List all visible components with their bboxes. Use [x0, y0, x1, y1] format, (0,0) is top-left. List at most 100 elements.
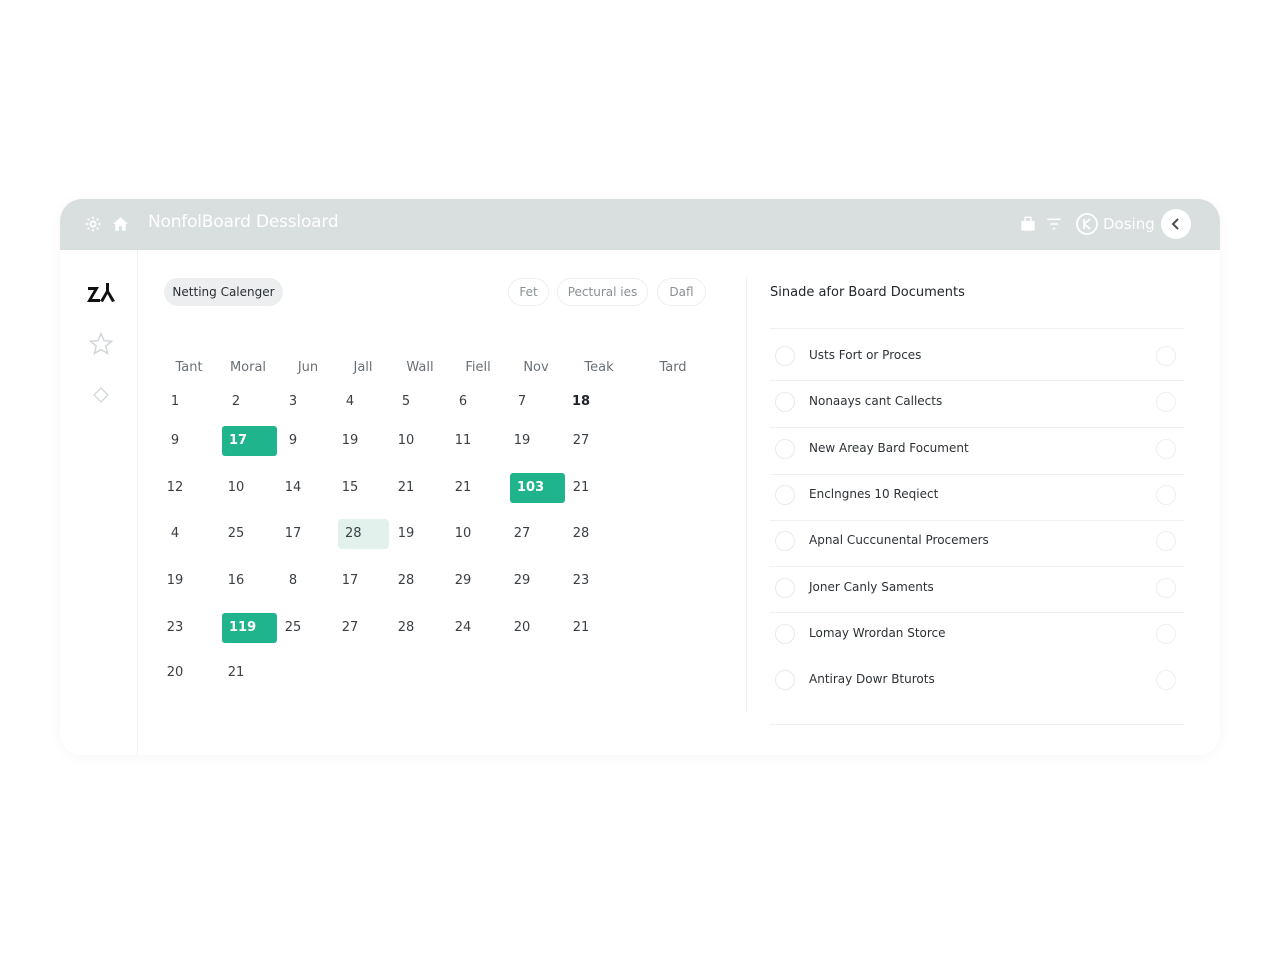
calendar-day[interactable]: 23 [167, 613, 184, 643]
briefcase-icon[interactable] [1017, 213, 1039, 235]
document-select-radio[interactable] [775, 531, 795, 551]
document-status-circle[interactable] [1156, 624, 1176, 644]
star-icon[interactable] [84, 327, 118, 361]
calendar-day[interactable]: 12 [167, 473, 184, 503]
calendar-day[interactable]: 28 [398, 613, 415, 643]
calendar-day[interactable]: 17 [285, 519, 302, 549]
profile-icon[interactable] [1074, 211, 1100, 237]
user-label[interactable]: Dosing [1103, 215, 1155, 233]
calendar-day[interactable]: 11 [455, 426, 472, 456]
document-label: Apnal Cuccunental Procemers [809, 533, 989, 547]
documents-separator [770, 724, 1184, 725]
chevron-left-icon [1171, 218, 1179, 230]
gear-icon[interactable] [82, 213, 104, 235]
filter-icon[interactable] [1043, 213, 1065, 235]
calendar-day[interactable]: 10 [228, 473, 245, 503]
document-status-circle[interactable] [1156, 531, 1176, 551]
calendar-day[interactable]: 29 [514, 566, 531, 596]
calendar-day[interactable]: 28 [398, 566, 415, 596]
filter-pill-3[interactable]: Dafl [657, 278, 706, 306]
app-title: NonfolBoard Dessloard [148, 212, 339, 232]
calendar-day[interactable]: 10 [398, 426, 415, 456]
calendar-day[interactable]: 15 [342, 473, 359, 503]
calendar-day[interactable]: 1 [171, 387, 179, 417]
calendar-day[interactable]: 27 [342, 613, 359, 643]
calendar-day[interactable]: 27 [573, 426, 590, 456]
calendar-day[interactable]: 16 [228, 566, 245, 596]
calendar-day[interactable]: 25 [285, 613, 302, 643]
document-label: Antiray Dowr Bturots [809, 672, 935, 686]
calendar-day[interactable]: 20 [514, 613, 531, 643]
calendar-day[interactable]: 3 [289, 387, 297, 417]
document-status-circle[interactable] [1156, 346, 1176, 366]
document-item[interactable]: Lomay Wrordan Storce [770, 616, 1184, 652]
calendar-day[interactable]: 10 [455, 519, 472, 549]
document-item[interactable]: Enclngnes 10 Reqiect [770, 477, 1184, 513]
calendar-day[interactable]: 18 [572, 387, 590, 417]
document-label: Joner Canly Saments [809, 580, 934, 594]
document-item[interactable]: Apnal Cuccunental Procemers [770, 523, 1184, 559]
calendar-day[interactable]: 19 [167, 566, 184, 596]
calendar-day[interactable]: 2 [232, 387, 240, 417]
calendar-day[interactable]: 21 [573, 613, 590, 643]
calendar-day[interactable]: 24 [455, 613, 472, 643]
calendar-day[interactable]: 4 [171, 519, 179, 549]
calendar-day[interactable]: 19 [514, 426, 531, 456]
document-status-circle[interactable] [1156, 439, 1176, 459]
document-select-radio[interactable] [775, 346, 795, 366]
document-status-circle[interactable] [1156, 670, 1176, 690]
calendar-day[interactable]: 9 [171, 426, 179, 456]
calendar-day[interactable]: 21 [455, 473, 472, 503]
back-button[interactable] [1161, 209, 1191, 239]
document-select-radio[interactable] [775, 670, 795, 690]
calendar-day[interactable]: 23 [573, 566, 590, 596]
diamond-icon[interactable] [84, 378, 118, 412]
calendar-day[interactable]: 21 [228, 658, 245, 688]
calendar-day[interactable]: 29 [455, 566, 472, 596]
calendar-day[interactable]: 6 [459, 387, 467, 417]
document-status-circle[interactable] [1156, 485, 1176, 505]
calendar-day[interactable]: 17 [342, 566, 359, 596]
dashboard-window: NonfolBoard Dessloard Dosing Netting Cal… [60, 199, 1220, 755]
calendar-day-selected[interactable]: 103 [510, 473, 565, 503]
calendar-day[interactable]: 5 [402, 387, 410, 417]
document-item[interactable]: Nonaays cant Callects [770, 384, 1184, 420]
documents-title: Sinade afor Board Documents [770, 285, 965, 300]
calendar-day[interactable]: 8 [289, 566, 297, 596]
home-icon[interactable] [109, 213, 131, 235]
documents-separator [770, 520, 1184, 521]
documents-separator [770, 612, 1184, 613]
calendar-day-selected[interactable]: 17 [222, 426, 277, 456]
calendar-day[interactable]: 19 [398, 519, 415, 549]
document-select-radio[interactable] [775, 392, 795, 412]
calendar-day[interactable]: 28 [573, 519, 590, 549]
filter-pill-1[interactable]: Fet [508, 278, 549, 306]
logo-icon[interactable] [84, 277, 118, 311]
document-select-radio[interactable] [775, 578, 795, 598]
document-item[interactable]: New Areay Bard Focument [770, 431, 1184, 467]
document-select-radio[interactable] [775, 439, 795, 459]
document-status-circle[interactable] [1156, 392, 1176, 412]
calendar-day-selected[interactable]: 28 [338, 519, 389, 549]
calendar-day[interactable]: 19 [342, 426, 359, 456]
document-label: Lomay Wrordan Storce [809, 626, 946, 640]
calendar-day[interactable]: 20 [167, 658, 184, 688]
document-item[interactable]: Antiray Dowr Bturots [770, 662, 1184, 698]
calendar-day-selected[interactable]: 119 [222, 613, 277, 643]
calendar-day[interactable]: 9 [289, 426, 297, 456]
document-item[interactable]: Usts Fort or Proces [770, 338, 1184, 374]
calendar-day[interactable]: 7 [518, 387, 526, 417]
calendar-day[interactable]: 27 [514, 519, 531, 549]
calendar-view-pill[interactable]: Netting Calenger [164, 278, 283, 306]
document-status-circle[interactable] [1156, 578, 1176, 598]
calendar-day[interactable]: 4 [346, 387, 354, 417]
calendar-day[interactable]: 21 [573, 473, 590, 503]
document-select-radio[interactable] [775, 485, 795, 505]
document-item[interactable]: Joner Canly Saments [770, 570, 1184, 606]
filter-pill-2[interactable]: Pectural ies [557, 278, 648, 306]
calendar-day[interactable]: 14 [285, 473, 302, 503]
calendar-day[interactable]: 21 [398, 473, 415, 503]
document-select-radio[interactable] [775, 624, 795, 644]
documents-separator [770, 427, 1184, 428]
calendar-day[interactable]: 25 [228, 519, 245, 549]
